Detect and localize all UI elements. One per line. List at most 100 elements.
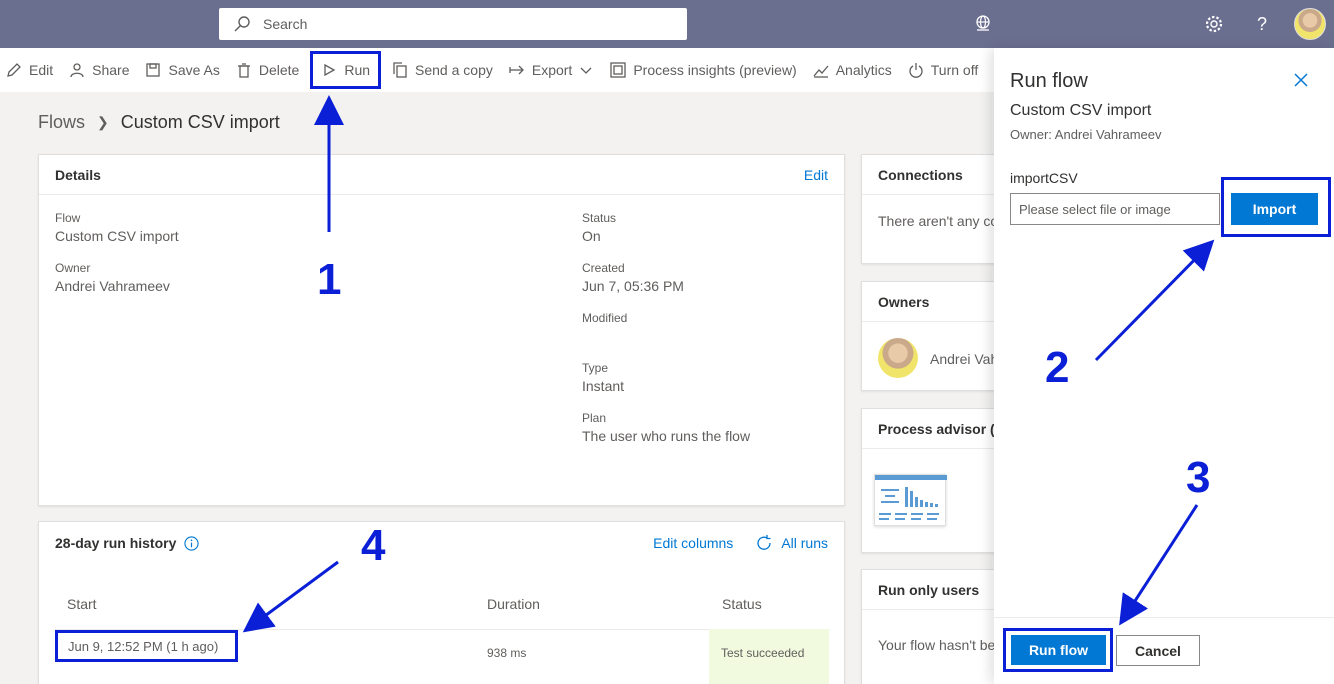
owner-field: Owner Andrei Vahrameev	[55, 261, 170, 294]
chart-thumbnail-icon	[875, 475, 947, 520]
process-insights-label: Process insights (preview)	[633, 62, 797, 78]
type-value: Instant	[582, 378, 625, 394]
export-icon	[509, 65, 524, 75]
type-field: Type Instant	[582, 361, 624, 394]
share-label: Share	[92, 62, 130, 78]
run-button[interactable]: Run	[307, 48, 384, 92]
process-advisor-card: Process advisor (p	[861, 408, 1004, 553]
pencil-icon	[7, 63, 21, 77]
analytics-button[interactable]: Analytics	[805, 48, 900, 92]
copy-icon	[393, 62, 407, 78]
process-advisor-header: Process advisor (p	[862, 409, 1004, 449]
run-history-card: 28-day run history Edit columns All runs…	[38, 521, 845, 684]
flow-label: Flow	[55, 211, 81, 225]
details-edit-link[interactable]: Edit	[804, 167, 828, 183]
owner-name: Andrei Vah	[930, 351, 999, 367]
trash-icon	[237, 63, 250, 78]
run-history-title: 28-day run history	[55, 535, 177, 551]
turn-off-button[interactable]: Turn off	[900, 48, 986, 92]
turn-off-label: Turn off	[930, 62, 979, 78]
export-label: Export	[531, 62, 573, 78]
analytics-label: Analytics	[835, 62, 892, 78]
annotation-number: 4	[361, 521, 386, 570]
cancel-button[interactable]: Cancel	[1116, 635, 1200, 666]
column-start[interactable]: Start	[67, 596, 97, 612]
delete-button[interactable]: Delete	[228, 48, 307, 92]
info-icon[interactable]	[184, 535, 199, 551]
modified-label: Modified	[582, 311, 628, 325]
run-only-users-card: Run only users Your flow hasn't be	[861, 569, 1001, 684]
command-bar: Edit Share Save As Delete Run Send a cop…	[0, 48, 1009, 92]
column-status[interactable]: Status	[722, 596, 762, 612]
main-content: Flows ❯ Custom CSV import Details Edit F…	[0, 92, 1003, 684]
import-button[interactable]: Import	[1231, 193, 1318, 225]
annotation-number: 3	[1186, 453, 1211, 502]
annotation-number: 2	[1045, 343, 1070, 392]
avatar	[878, 338, 918, 378]
owner-value: Andrei Vahrameev	[55, 278, 170, 294]
process-advisor-title: Process advisor (p	[878, 420, 1004, 437]
start-text: Jun 9, 12:52 PM (1 h ago)	[68, 638, 219, 654]
details-title: Details	[55, 166, 101, 183]
search-placeholder: Search	[263, 16, 308, 32]
process-advisor-thumbnail[interactable]	[874, 474, 947, 526]
owners-header: Owners	[862, 282, 1000, 322]
run-flow-button[interactable]: Run flow	[1011, 635, 1106, 665]
help-icon[interactable]: ?	[1252, 14, 1272, 34]
plan-field: Plan The user who runs the flow	[582, 411, 750, 444]
send-copy-button[interactable]: Send a copy	[384, 48, 501, 92]
breadcrumb: Flows ❯ Custom CSV import	[38, 112, 280, 133]
close-icon[interactable]	[1292, 71, 1310, 89]
column-duration[interactable]: Duration	[487, 596, 540, 612]
owners-card: Owners Andrei Vah	[861, 281, 1001, 391]
run-label: Run	[344, 62, 371, 78]
save-as-label: Save As	[168, 62, 220, 78]
page-title: Custom CSV import	[120, 112, 280, 132]
file-input[interactable]: Please select file or image	[1010, 193, 1220, 225]
breadcrumb-flows-link[interactable]: Flows	[38, 112, 85, 133]
delete-label: Delete	[258, 62, 300, 78]
table-row-start[interactable]: Jun 9, 12:52 PM (1 h ago)	[55, 630, 238, 662]
export-button[interactable]: Export	[501, 48, 602, 92]
analytics-icon	[813, 65, 829, 78]
chevron-right-icon: ❯	[97, 114, 109, 130]
status-badge: Test succeeded	[709, 629, 829, 684]
run-only-users-header: Run only users	[862, 570, 1000, 610]
refresh-icon[interactable]	[755, 534, 773, 552]
flow-value: Custom CSV import	[55, 228, 179, 244]
plan-label: Plan	[582, 411, 607, 425]
owners-title: Owners	[878, 293, 930, 310]
avatar[interactable]	[1294, 8, 1326, 40]
connections-card: Connections There aren't any co	[861, 154, 1001, 264]
edit-columns-link[interactable]: Edit columns	[653, 535, 733, 551]
save-as-button[interactable]: Save As	[137, 48, 227, 92]
svg-text:?: ?	[1257, 14, 1267, 34]
created-field: Created Jun 7, 05:36 PM	[582, 261, 684, 294]
plan-value: The user who runs the flow	[582, 428, 751, 444]
top-bar: Search ?	[0, 0, 1334, 48]
share-button[interactable]: Share	[61, 48, 137, 92]
panel-flow-name: Custom CSV import	[1010, 102, 1152, 119]
edit-label: Edit	[29, 62, 54, 78]
environment-icon[interactable]	[973, 14, 993, 34]
play-icon	[324, 63, 336, 77]
all-runs-link[interactable]: All runs	[781, 535, 828, 551]
details-card: Details Edit Flow Custom CSV import Owne…	[38, 154, 845, 506]
search-icon	[234, 16, 250, 32]
send-copy-label: Send a copy	[415, 62, 493, 78]
search-input[interactable]: Search	[219, 8, 687, 40]
modified-field: Modified	[582, 311, 627, 325]
share-icon	[70, 63, 84, 78]
import-csv-label: importCSV	[1010, 170, 1078, 186]
flow-field: Flow Custom CSV import	[55, 211, 179, 244]
status-label: Status	[582, 211, 617, 225]
run-history-header: 28-day run history Edit columns All runs	[39, 522, 844, 564]
status-text: Test succeeded	[721, 646, 805, 660]
gear-icon[interactable]	[1204, 14, 1224, 34]
annotation-number: 1	[317, 255, 342, 304]
divider	[994, 617, 1334, 618]
save-as-icon	[146, 63, 161, 77]
type-label: Type	[582, 361, 609, 375]
edit-button[interactable]: Edit	[0, 48, 61, 92]
process-insights-button[interactable]: Process insights (preview)	[602, 48, 804, 92]
